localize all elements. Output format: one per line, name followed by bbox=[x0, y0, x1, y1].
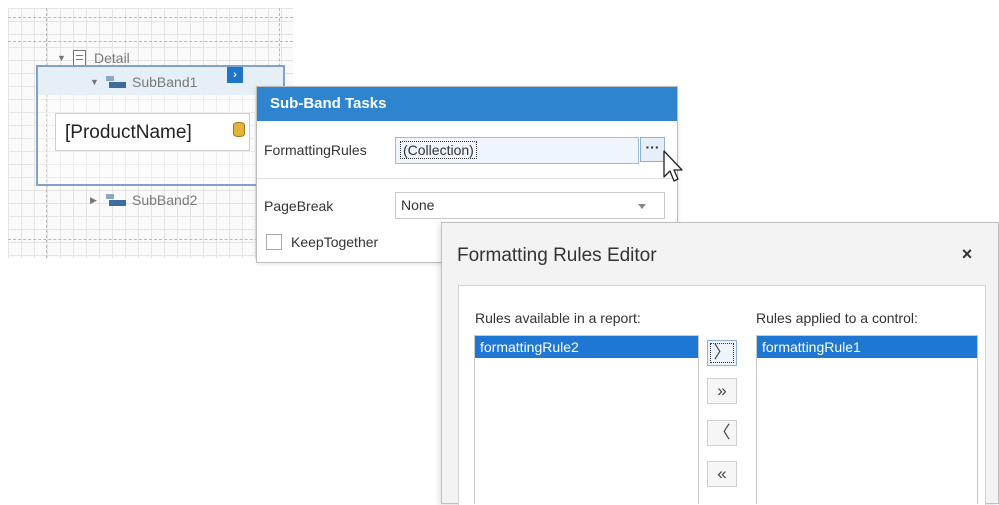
detail-band-label: Detail bbox=[94, 50, 130, 66]
close-icon[interactable]: × bbox=[956, 243, 978, 265]
subband2-label: SubBand2 bbox=[132, 192, 198, 208]
subband-icon bbox=[106, 76, 126, 88]
chevron-down-icon bbox=[638, 204, 646, 209]
keep-together-label: KeepTogether bbox=[291, 234, 379, 250]
band-boundary-line bbox=[8, 239, 293, 240]
list-item[interactable]: formattingRule2 bbox=[475, 336, 698, 358]
page-break-select[interactable]: None bbox=[395, 192, 665, 219]
subband2-band[interactable]: ▶ SubBand2 bbox=[90, 192, 197, 208]
product-name-field[interactable]: [ProductName] bbox=[55, 113, 250, 151]
detail-band[interactable]: ▼ Detail bbox=[57, 50, 130, 66]
page-break-value: None bbox=[401, 197, 435, 213]
formatting-rules-label: FormattingRules bbox=[264, 142, 367, 158]
list-item[interactable]: formattingRule1 bbox=[757, 336, 977, 358]
detail-band-icon bbox=[73, 50, 86, 66]
band-boundary-line bbox=[8, 41, 293, 42]
remove-all-rules-button[interactable]: « bbox=[707, 461, 737, 487]
keep-together-checkbox[interactable] bbox=[266, 234, 282, 250]
collapse-triangle-icon[interactable]: ▼ bbox=[90, 77, 102, 87]
dialog-title: Formatting Rules Editor bbox=[457, 245, 657, 266]
tasks-panel-title: Sub-Band Tasks bbox=[257, 87, 677, 121]
available-rules-caption: Rules available in a report: bbox=[475, 310, 641, 326]
available-rules-list[interactable]: formattingRule2 bbox=[474, 335, 699, 504]
applied-rules-caption: Rules applied to a control: bbox=[756, 310, 918, 326]
formatting-rules-field[interactable]: (Collection) bbox=[395, 137, 639, 164]
divider bbox=[257, 178, 677, 179]
database-field-icon bbox=[233, 122, 245, 137]
mouse-cursor-icon bbox=[663, 150, 683, 182]
subband1-label: SubBand1 bbox=[132, 74, 198, 90]
band-boundary-line bbox=[8, 17, 293, 18]
subband-icon bbox=[106, 194, 126, 206]
add-all-rules-button[interactable]: » bbox=[707, 378, 737, 404]
expand-triangle-icon[interactable]: ▶ bbox=[90, 195, 102, 206]
page-break-label: PageBreak bbox=[264, 198, 334, 214]
smart-tag-icon[interactable]: › bbox=[227, 67, 243, 83]
add-rule-button[interactable]: 〉 bbox=[707, 340, 737, 366]
collapse-triangle-icon[interactable]: ▼ bbox=[57, 53, 69, 63]
subband1-band[interactable]: ▼ SubBand1 bbox=[90, 74, 197, 90]
remove-rule-button[interactable]: 〈 bbox=[707, 420, 737, 446]
applied-rules-list[interactable]: formattingRule1 bbox=[756, 335, 978, 504]
formatting-rules-value: (Collection) bbox=[400, 141, 477, 159]
